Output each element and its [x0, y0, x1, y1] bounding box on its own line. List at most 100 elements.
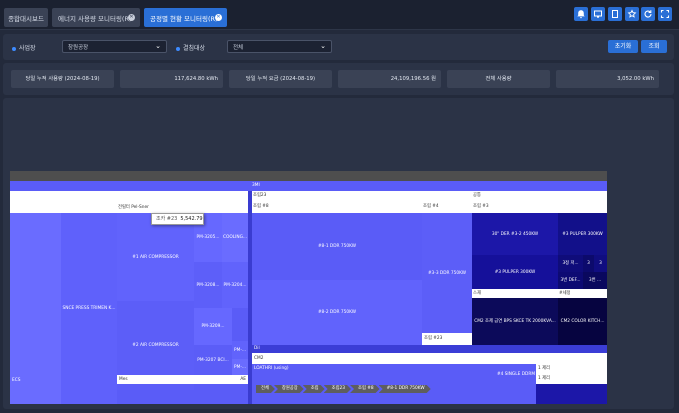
tile-pm3208[interactable]: PM-3208... [194, 262, 222, 308]
tile-label: ECS [12, 378, 21, 383]
treemap-panel: 3MI 전릴터 Pel-Sner ECS SNCE PRESS TRIMEN K… [3, 98, 674, 409]
tile-label: CM2 조제 급연 BPS SKCE TK 2000KVA... [474, 319, 556, 324]
tile-c9-header[interactable]: #세정 [558, 289, 607, 298]
star-icon[interactable] [625, 7, 639, 21]
tile-label: PM-3205... [196, 235, 220, 240]
tile-cm2-color[interactable]: CM2 COLOR KITCH... [558, 298, 607, 345]
breadcrumb-item[interactable]: 조립23 [324, 385, 351, 393]
tile-label: CM2 COLOR KITCH... [560, 319, 605, 324]
group-label: CM2 [254, 356, 264, 361]
tile-ddr-8-1[interactable]: #8-1 DDR 750KW [252, 213, 422, 280]
tile-ecs[interactable]: ECS [10, 213, 61, 404]
tile-c7[interactable]: 3번 ... [583, 272, 607, 289]
group-label: 조립 #4 [423, 204, 439, 209]
tile-c4[interactable]: 3정 저... [558, 255, 583, 272]
close-icon[interactable]: ✕ [128, 14, 135, 21]
tile-label: Mes [119, 377, 128, 382]
tile-label: PM-3209... [201, 324, 225, 329]
summary-panel: 당일 누적 사용량 (2024-08-19) 117,624.80 kWh 당일… [3, 63, 674, 95]
tile-c8-header[interactable]: 스재 [472, 289, 558, 298]
tab-process-monitoring[interactable]: 공정별 현황 모니터링(R) ✕ [144, 8, 227, 27]
tile-c5b[interactable]: 3 [594, 255, 607, 272]
breadcrumb-item[interactable]: 창원공장 [274, 385, 304, 393]
bell-icon[interactable] [574, 7, 588, 21]
tile-pm-b[interactable]: PM-... [232, 359, 248, 375]
tile-label: PM-3204... [223, 282, 247, 288]
tile-c6[interactable]: 3번 DEF... [558, 272, 583, 289]
target-label: 결침대상 [176, 43, 205, 52]
treemap-root-header[interactable]: 3MI [10, 181, 607, 191]
tile-sw1[interactable]: 1 제리 [536, 364, 607, 374]
tile-label: 조립 #23 [424, 336, 443, 341]
tile-label: 3정 저... [562, 261, 579, 266]
treemap-tooltip: 조카 #23 5,542.79 [151, 213, 204, 225]
tile-cm2-main[interactable]: CM2 조제 급연 BPS SKCE TK 2000KVA... [472, 298, 558, 345]
tile-label: 30" DER #3-2 450KW [491, 231, 539, 237]
tile-cooling[interactable]: COOLING... [222, 213, 248, 262]
tile-ddr-8-2[interactable]: #8-2 DDR 750KW [252, 280, 422, 345]
tile-label: #3 PULPER 300KW [494, 269, 536, 275]
group-header-2[interactable]: 조립23 조립 #8 조립 #4 [252, 191, 472, 213]
breadcrumb-item[interactable]: 전체 [256, 385, 275, 393]
tab-overview-dashboard[interactable]: 종합대시보드 [4, 8, 48, 27]
tile-label: COOLING... [222, 235, 248, 240]
tile-label: PM-3208... [196, 282, 220, 288]
tile-der-3-2[interactable]: 30" DER #3-2 450KW [472, 213, 558, 255]
monitor-icon[interactable] [591, 7, 605, 21]
breadcrumb-item[interactable]: #8-1 DDR 750KW [379, 385, 431, 393]
tile-label: PM-... [234, 364, 246, 370]
tile-pm3204[interactable]: PM-3204... [222, 262, 248, 308]
tile-label: 3 [599, 261, 602, 266]
group-header-4[interactable]: Dil [252, 345, 607, 353]
breadcrumb-item[interactable]: 조립 [303, 385, 325, 393]
tile-ddr-3-3[interactable]: #3-3 DDR 750KW [422, 213, 472, 333]
group-label: 공통 [473, 193, 481, 198]
refresh-icon[interactable] [641, 7, 655, 21]
tile-sub23[interactable]: 조립 #23 [422, 333, 472, 345]
tab-label: 종합대시보드 [8, 14, 44, 23]
tile-c5[interactable]: 3 [583, 255, 594, 272]
tile-pm3209[interactable]: PM-3209... [194, 308, 232, 345]
tile-mes-header[interactable]: Mes AE [117, 375, 248, 384]
group-subheader-4[interactable]: CM2 [252, 353, 607, 364]
close-icon[interactable]: ✕ [215, 14, 222, 21]
tile-sw2[interactable]: 1 제리 [536, 374, 607, 384]
tile-label: SNCE PRESS TRIMEN K... [62, 306, 116, 311]
search-button[interactable]: 조회 [641, 40, 667, 53]
tile-pm3207[interactable]: PM-3207 BCI... [194, 345, 232, 375]
filter-panel: 사업장 창원공장 ⌄ 결침대상 전체 ⌄ 초기화 조회 [3, 34, 674, 60]
tile-label: #3-3 DDR 750KW [427, 270, 467, 276]
reset-button[interactable]: 초기화 [608, 40, 638, 53]
group-label: 조립23 [253, 193, 267, 198]
bullet-icon [176, 46, 180, 51]
tile-air-compressor-1[interactable]: #1 AIR COMPRESSOR [117, 213, 194, 301]
treemap-top-band [10, 171, 607, 181]
tab-energy-monitoring[interactable]: 에너지 사용량 모니터링(R) ✕ [52, 8, 140, 27]
target-select[interactable]: 전체 ⌄ [227, 40, 332, 53]
breadcrumb-item[interactable]: 조립 #8 [350, 385, 380, 393]
target-select-value: 전체 [233, 45, 244, 51]
tile-sw-block[interactable] [536, 384, 607, 404]
daily-usage-value: 117,624.80 kWh [120, 70, 223, 88]
group-header-1[interactable]: 전릴터 Pel-Sner [10, 191, 250, 213]
site-label: 사업장 [12, 43, 36, 52]
tile-label: #8-2 DDR 750KW [317, 310, 357, 315]
tile-pm-a[interactable]: PM-... [232, 341, 248, 359]
group-label: 조립 #8 [253, 204, 269, 209]
site-select[interactable]: 창원공장 ⌄ [62, 40, 167, 53]
tile-pulper-1[interactable]: #3 PULPER 300KW [558, 213, 607, 255]
tile-label: 3번 DEF... [560, 278, 581, 283]
tab-label: 에너지 사용량 모니터링(R) [58, 14, 132, 23]
chevron-down-icon: ⌄ [155, 42, 161, 50]
tile-loathri[interactable]: LOATHRI (using) #4 SINGLE DDRM [252, 364, 536, 404]
tile-label: 3 [587, 261, 590, 266]
tablet-icon[interactable] [608, 7, 622, 21]
breadcrumb: 전체 창원공장 조립 조립23 조립 #8 #8-1 DDR 750KW [256, 385, 430, 393]
fullscreen-icon[interactable] [658, 7, 672, 21]
tile-press[interactable]: SNCE PRESS TRIMEN K... [61, 213, 117, 404]
tile-pulper-2[interactable]: #3 PULPER 300KW [472, 255, 558, 289]
tile-label: #4 SINGLE DDRM [497, 372, 536, 377]
daily-usage-label: 당일 누적 사용량 (2024-08-19) [11, 70, 114, 88]
group-header-3[interactable]: 공통 조립 #3 [472, 191, 607, 213]
tile-label: PM-... [234, 347, 246, 353]
